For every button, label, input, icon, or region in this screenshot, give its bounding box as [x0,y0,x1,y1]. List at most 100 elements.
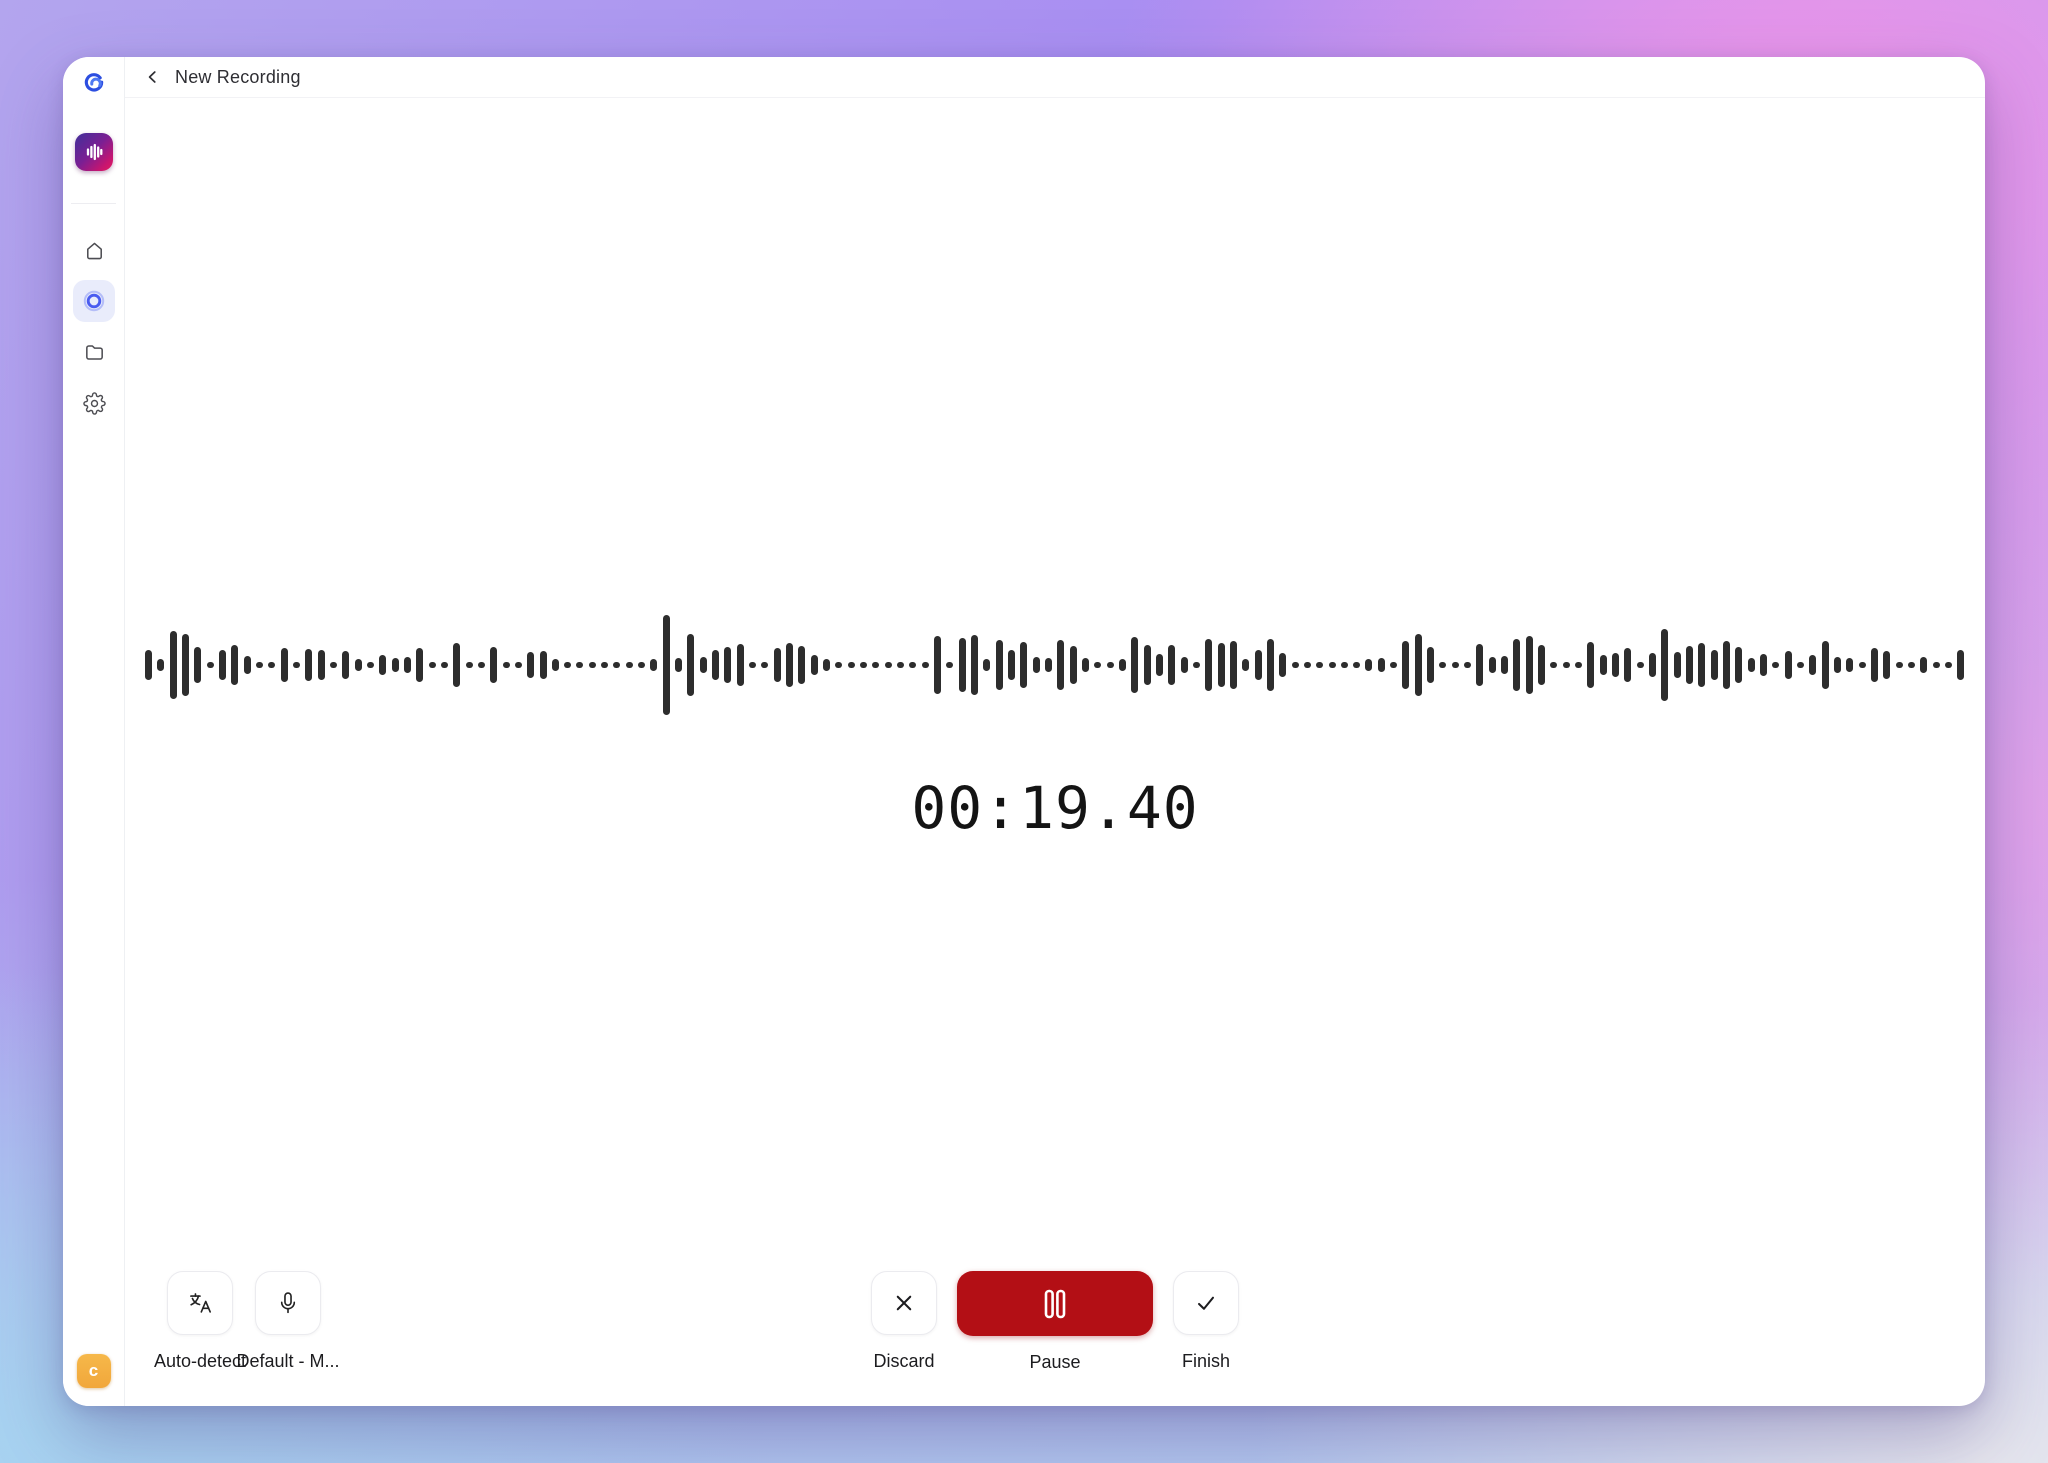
waveform-bar [1070,646,1077,684]
waveform-bar [379,655,386,675]
waveform-bar [1698,643,1705,687]
waveform-bar [1883,651,1890,679]
sidebar-nav [63,229,125,424]
waveform-bar [515,662,522,668]
waveform-bar [1908,662,1915,668]
waveform-bar [207,662,214,668]
waveform-bar [1674,652,1681,678]
waveform-bar [1945,662,1952,668]
waveform-bar [1378,658,1385,672]
sidebar: c [63,57,125,1406]
waveform-bar [404,657,411,673]
waveform-bar [244,656,251,674]
waveform-bar [1390,662,1397,668]
input-settings: Auto-detect Default - M... [156,1271,332,1372]
waveform-bar [934,636,941,694]
waveform-bar [897,662,904,668]
language-button[interactable] [167,1271,233,1335]
waveform-bar [453,643,460,687]
waveform-bar [170,631,177,699]
folder-icon [83,341,106,364]
waveform-bar [1329,662,1336,668]
back-button[interactable] [140,64,166,90]
waveform-bar [601,662,608,668]
waveform-bar [1501,656,1508,674]
waveform-bar [1107,662,1114,668]
waveform-bar [1772,662,1779,668]
waveform-bar [1637,662,1644,668]
brand-logo[interactable] [78,67,110,99]
pause-button[interactable] [957,1271,1153,1336]
discard-button[interactable] [871,1271,937,1335]
waveform-bar [1144,645,1151,685]
check-icon [1194,1291,1218,1315]
waveform-bar [1218,643,1225,687]
waveform-bar [392,658,399,672]
waveform-bar [650,659,657,671]
waveform-bar [922,662,929,668]
waveform-bar [503,662,510,668]
waveform-bar [1094,662,1101,668]
waveform-bar [786,643,793,687]
language-control: Auto-detect [156,1271,244,1372]
sidebar-item-home[interactable] [73,229,115,271]
waveform-bar [860,662,867,668]
gear-icon [83,392,106,415]
waveform-bar [885,662,892,668]
waveform-bar [1415,634,1422,696]
waveform-bar [1242,659,1249,671]
waveform-bar [1550,662,1557,668]
waveform-bar [1587,642,1594,688]
waveform-bar [1513,639,1520,691]
translate-icon [187,1290,213,1316]
waveform-bar [724,647,731,683]
waveform-bar [1267,639,1274,691]
main-content: New Recording 00:19.40 [125,57,1985,1406]
sidebar-item-settings[interactable] [73,382,115,424]
chevron-left-icon [144,68,162,86]
waveform-bar [626,662,633,668]
waveform-bar [996,640,1003,690]
waveform-bar [1920,657,1927,673]
waveform-bar [576,662,583,668]
waveform-bar [318,650,325,680]
waveform-bar [1760,654,1767,676]
waveform-bar [1439,662,1446,668]
sidebar-item-record[interactable] [73,280,115,322]
waveform-bar [761,662,768,668]
recording-actions: Discard Pause [871,1271,1239,1373]
user-avatar[interactable]: c [77,1354,111,1388]
waveform-bar [1563,662,1570,668]
waveform-bar [848,662,855,668]
waveform-bar [1526,636,1533,694]
waveform-bar [589,662,596,668]
waveform-bar [441,662,448,668]
waveform-glyph-icon [83,141,105,163]
waveform-bar [811,655,818,675]
waveform-bar [823,659,830,671]
waveform-bar [1735,647,1742,683]
waveform-bar [1686,646,1693,684]
app-window: c New Recording 00:19.40 [63,57,1985,1406]
finish-button[interactable] [1173,1271,1239,1335]
waveform-bar [355,659,362,671]
waveform-bar [1649,653,1656,677]
waveform-bar [219,650,226,680]
waveform-bar [552,659,559,671]
microphone-button[interactable] [255,1271,321,1335]
pause-label: Pause [1029,1352,1080,1373]
waveform-bar [1538,645,1545,685]
waveform-bar [1156,654,1163,676]
discard-label: Discard [873,1351,934,1372]
waveform-bar [909,662,916,668]
waveform-bar [1119,659,1126,671]
waveform-bar [1933,662,1940,668]
waveform-bar [946,662,953,668]
waveform-bar [305,649,312,681]
waveform-bar [268,662,275,668]
recorder-app-icon[interactable] [75,133,113,171]
language-label: Auto-detect [154,1351,246,1372]
waveform-bar [1896,662,1903,668]
waveform-bar [1205,639,1212,691]
sidebar-item-library[interactable] [73,331,115,373]
